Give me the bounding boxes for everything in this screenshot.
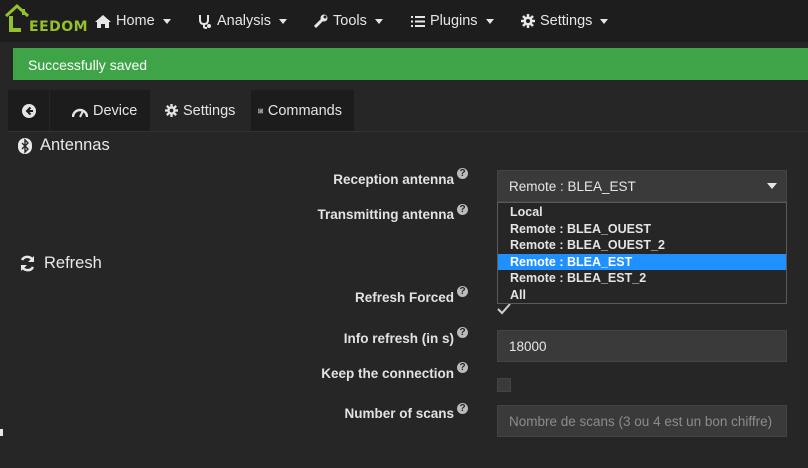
tab-settings[interactable]: Settings	[151, 90, 250, 132]
dropdown-option[interactable]: Remote : BLEA_EST_2	[498, 270, 786, 287]
tachometer-icon	[72, 108, 88, 117]
info-refresh-label: Info refresh (in s)	[343, 331, 454, 346]
chevron-down-icon	[162, 18, 171, 24]
refresh-forced-checkbox[interactable]	[497, 302, 511, 316]
refresh-section-title: Refresh	[19, 254, 102, 273]
top-navbar: EEDOM Home Analysis Tools Plugins Settin…	[0, 0, 808, 42]
tab-commands[interactable]: Commands	[251, 90, 354, 132]
question-circle-icon[interactable]: ?	[457, 362, 468, 373]
nav-settings-label: Settings	[540, 13, 593, 29]
reception-antenna-select[interactable]: Remote : BLEA_EST	[497, 170, 787, 202]
nav-home[interactable]: Home	[95, 11, 171, 31]
transmitting-antenna-dropdown[interactable]: Local Remote : BLEA_OUEST Remote : BLEA_…	[497, 202, 787, 304]
nav-analysis[interactable]: Analysis	[198, 11, 287, 31]
question-circle-icon[interactable]: ?	[457, 403, 468, 414]
dropdown-option[interactable]: Remote : BLEA_OUEST_2	[498, 237, 786, 254]
antennas-title-text: Antennas	[40, 136, 110, 154]
antennas-section-title: Antennas	[18, 136, 110, 155]
home-icon	[95, 14, 111, 28]
question-circle-icon[interactable]: ?	[457, 286, 468, 297]
check-icon	[497, 303, 511, 315]
refresh-title-text: Refresh	[44, 254, 102, 272]
question-circle-icon[interactable]: ?	[457, 204, 468, 215]
house-logo-icon	[4, 3, 30, 32]
reception-antenna-value: Remote : BLEA_EST	[509, 179, 636, 194]
nav-settings[interactable]: Settings	[521, 11, 609, 31]
info-refresh-input[interactable]: 18000	[497, 330, 787, 362]
reception-antenna-label: Reception antenna	[333, 172, 454, 187]
dropdown-option[interactable]: Local	[498, 204, 786, 221]
dropdown-option[interactable]: All	[498, 287, 786, 304]
bluetooth-icon	[18, 137, 32, 154]
transmitting-antenna-label: Transmitting antenna	[317, 207, 454, 222]
gear-icon	[165, 104, 178, 117]
alert-text: Successfully saved	[28, 57, 148, 73]
success-alert: Successfully saved	[13, 48, 808, 80]
equipment-tabs: Device Settings Commands	[8, 90, 355, 132]
question-circle-icon[interactable]: ?	[457, 168, 468, 179]
list-alt-icon	[258, 108, 263, 114]
tab-commands-label: Commands	[267, 103, 342, 119]
refresh-forced-label: Refresh Forced	[354, 290, 454, 305]
tab-device-label: Device	[93, 103, 138, 119]
tab-settings-label: Settings	[183, 102, 236, 119]
gear-icon	[521, 14, 535, 28]
arrow-circle-left-icon	[21, 104, 36, 118]
stethoscope-icon	[199, 14, 211, 29]
chevron-down-icon	[279, 18, 287, 24]
number-of-scans-input[interactable]: Nombre de scans (3 ou 4 est un bon chiff…	[497, 405, 787, 437]
nav-tools[interactable]: Tools	[314, 11, 383, 31]
keep-connection-checkbox[interactable]	[497, 378, 511, 392]
keep-connection-label: Keep the connection	[321, 366, 454, 381]
list-icon	[411, 15, 425, 27]
question-circle-icon[interactable]: ?	[457, 327, 468, 338]
wrench-icon	[314, 14, 328, 28]
edge-marker	[0, 429, 3, 436]
dropdown-option-selected[interactable]: Remote : BLEA_EST	[498, 253, 786, 271]
chevron-down-icon	[767, 183, 777, 189]
dropdown-option[interactable]: Remote : BLEA_OUEST	[498, 221, 786, 238]
logo-text: EEDOM	[29, 19, 89, 35]
jeedom-logo[interactable]: EEDOM	[4, 2, 88, 40]
chevron-down-icon	[485, 18, 494, 24]
chevron-down-icon	[374, 18, 383, 24]
nav-tools-label: Tools	[333, 13, 367, 29]
back-tab[interactable]	[8, 90, 49, 132]
refresh-icon	[20, 255, 35, 272]
nav-analysis-label: Analysis	[217, 13, 271, 29]
number-of-scans-label: Number of scans	[344, 406, 454, 421]
nav-plugins[interactable]: Plugins	[411, 11, 494, 31]
chevron-down-icon	[600, 18, 609, 24]
nav-home-label: Home	[116, 13, 155, 29]
tab-device[interactable]: Device	[50, 90, 150, 132]
nav-plugins-label: Plugins	[430, 13, 478, 29]
